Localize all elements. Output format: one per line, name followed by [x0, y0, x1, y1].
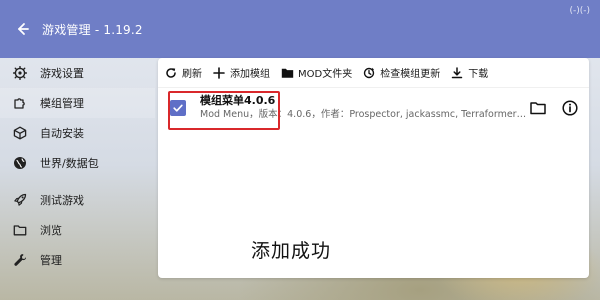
sidebar-item-game-settings[interactable]: 游戏设置 [0, 58, 155, 88]
puzzle-icon [12, 95, 28, 111]
download-icon [450, 66, 464, 80]
open-folder-icon[interactable] [529, 99, 547, 117]
plus-icon [212, 66, 226, 80]
mod-folder-label: MOD文件夹 [298, 69, 353, 80]
back-arrow-icon[interactable] [14, 20, 32, 38]
mod-list-item[interactable]: 模组菜单4.0.6 Mod Menu，版本：4.0.6，作者：Prospecto… [158, 88, 589, 130]
mod-name: 模组菜单4.0.6 [200, 94, 276, 107]
page-title: 游戏管理 - 1.19.2 [42, 22, 143, 37]
sidebar-item-mod-manager[interactable]: 模组管理 [0, 88, 155, 118]
refresh-icon [164, 66, 178, 80]
add-mod-button[interactable]: 添加模组 [212, 65, 270, 80]
sidebar-item-manage[interactable]: 管理 [0, 245, 155, 275]
mod-toolbar: 刷新 添加模组 MOD文件夹 检查模组更新 下载 [158, 58, 589, 88]
sidebar-item-worlds-datapacks[interactable]: 世界/数据包 [0, 148, 155, 178]
update-icon [362, 66, 376, 80]
download-button[interactable]: 下载 [450, 65, 488, 80]
rocket-icon [12, 192, 28, 208]
sidebar-item-label: 模组管理 [40, 97, 84, 110]
sidebar-item-browse[interactable]: 浏览 [0, 215, 155, 245]
download-label: 下载 [468, 69, 489, 80]
refresh-button[interactable]: 刷新 [164, 65, 202, 80]
sidebar-item-label: 浏览 [40, 224, 62, 237]
sidebar-item-label: 管理 [40, 254, 62, 267]
mod-description: Mod Menu，版本：4.0.6，作者：Prospector, jackass… [200, 109, 530, 120]
sidebar-item-auto-install[interactable]: 自动安装 [0, 118, 155, 148]
check-mod-updates-button[interactable]: 检查模组更新 [362, 65, 440, 80]
folder-icon [12, 222, 28, 238]
sidebar-item-test-game[interactable]: 测试游戏 [0, 185, 155, 215]
mod-enabled-checkbox[interactable] [170, 100, 186, 116]
sidebar: 游戏设置 模组管理 自动安装 世界/数据包 测试游戏 浏览 管理 [0, 58, 155, 300]
sidebar-item-label: 自动安装 [40, 127, 84, 140]
add-mod-label: 添加模组 [230, 69, 270, 80]
mod-info: 模组菜单4.0.6 Mod Menu，版本：4.0.6，作者：Prospecto… [200, 94, 530, 122]
wrench-icon [12, 252, 28, 268]
sidebar-item-label: 测试游戏 [40, 194, 84, 207]
mod-list-panel: 刷新 添加模组 MOD文件夹 检查模组更新 下载 模组菜单4.0.6 Mod M… [158, 58, 589, 278]
info-icon[interactable] [561, 99, 579, 117]
sidebar-item-label: 游戏设置 [40, 67, 84, 80]
app-header: 游戏管理 - 1.19.2 (-)(-) [0, 0, 600, 58]
mod-folder-button[interactable]: MOD文件夹 [280, 65, 352, 80]
success-caption: 添加成功 [251, 240, 332, 262]
checkmark-icon [173, 104, 183, 112]
folder-icon [280, 66, 294, 80]
check-mod-updates-label: 检查模组更新 [380, 69, 441, 80]
globe-icon [12, 155, 28, 171]
refresh-label: 刷新 [182, 69, 202, 80]
mod-actions [529, 99, 579, 117]
sidebar-item-label: 世界/数据包 [40, 157, 99, 170]
cube-icon [12, 125, 28, 141]
corner-mark: (-)(-) [569, 6, 590, 16]
sidebar-divider [0, 178, 155, 185]
gear-icon [12, 65, 28, 81]
